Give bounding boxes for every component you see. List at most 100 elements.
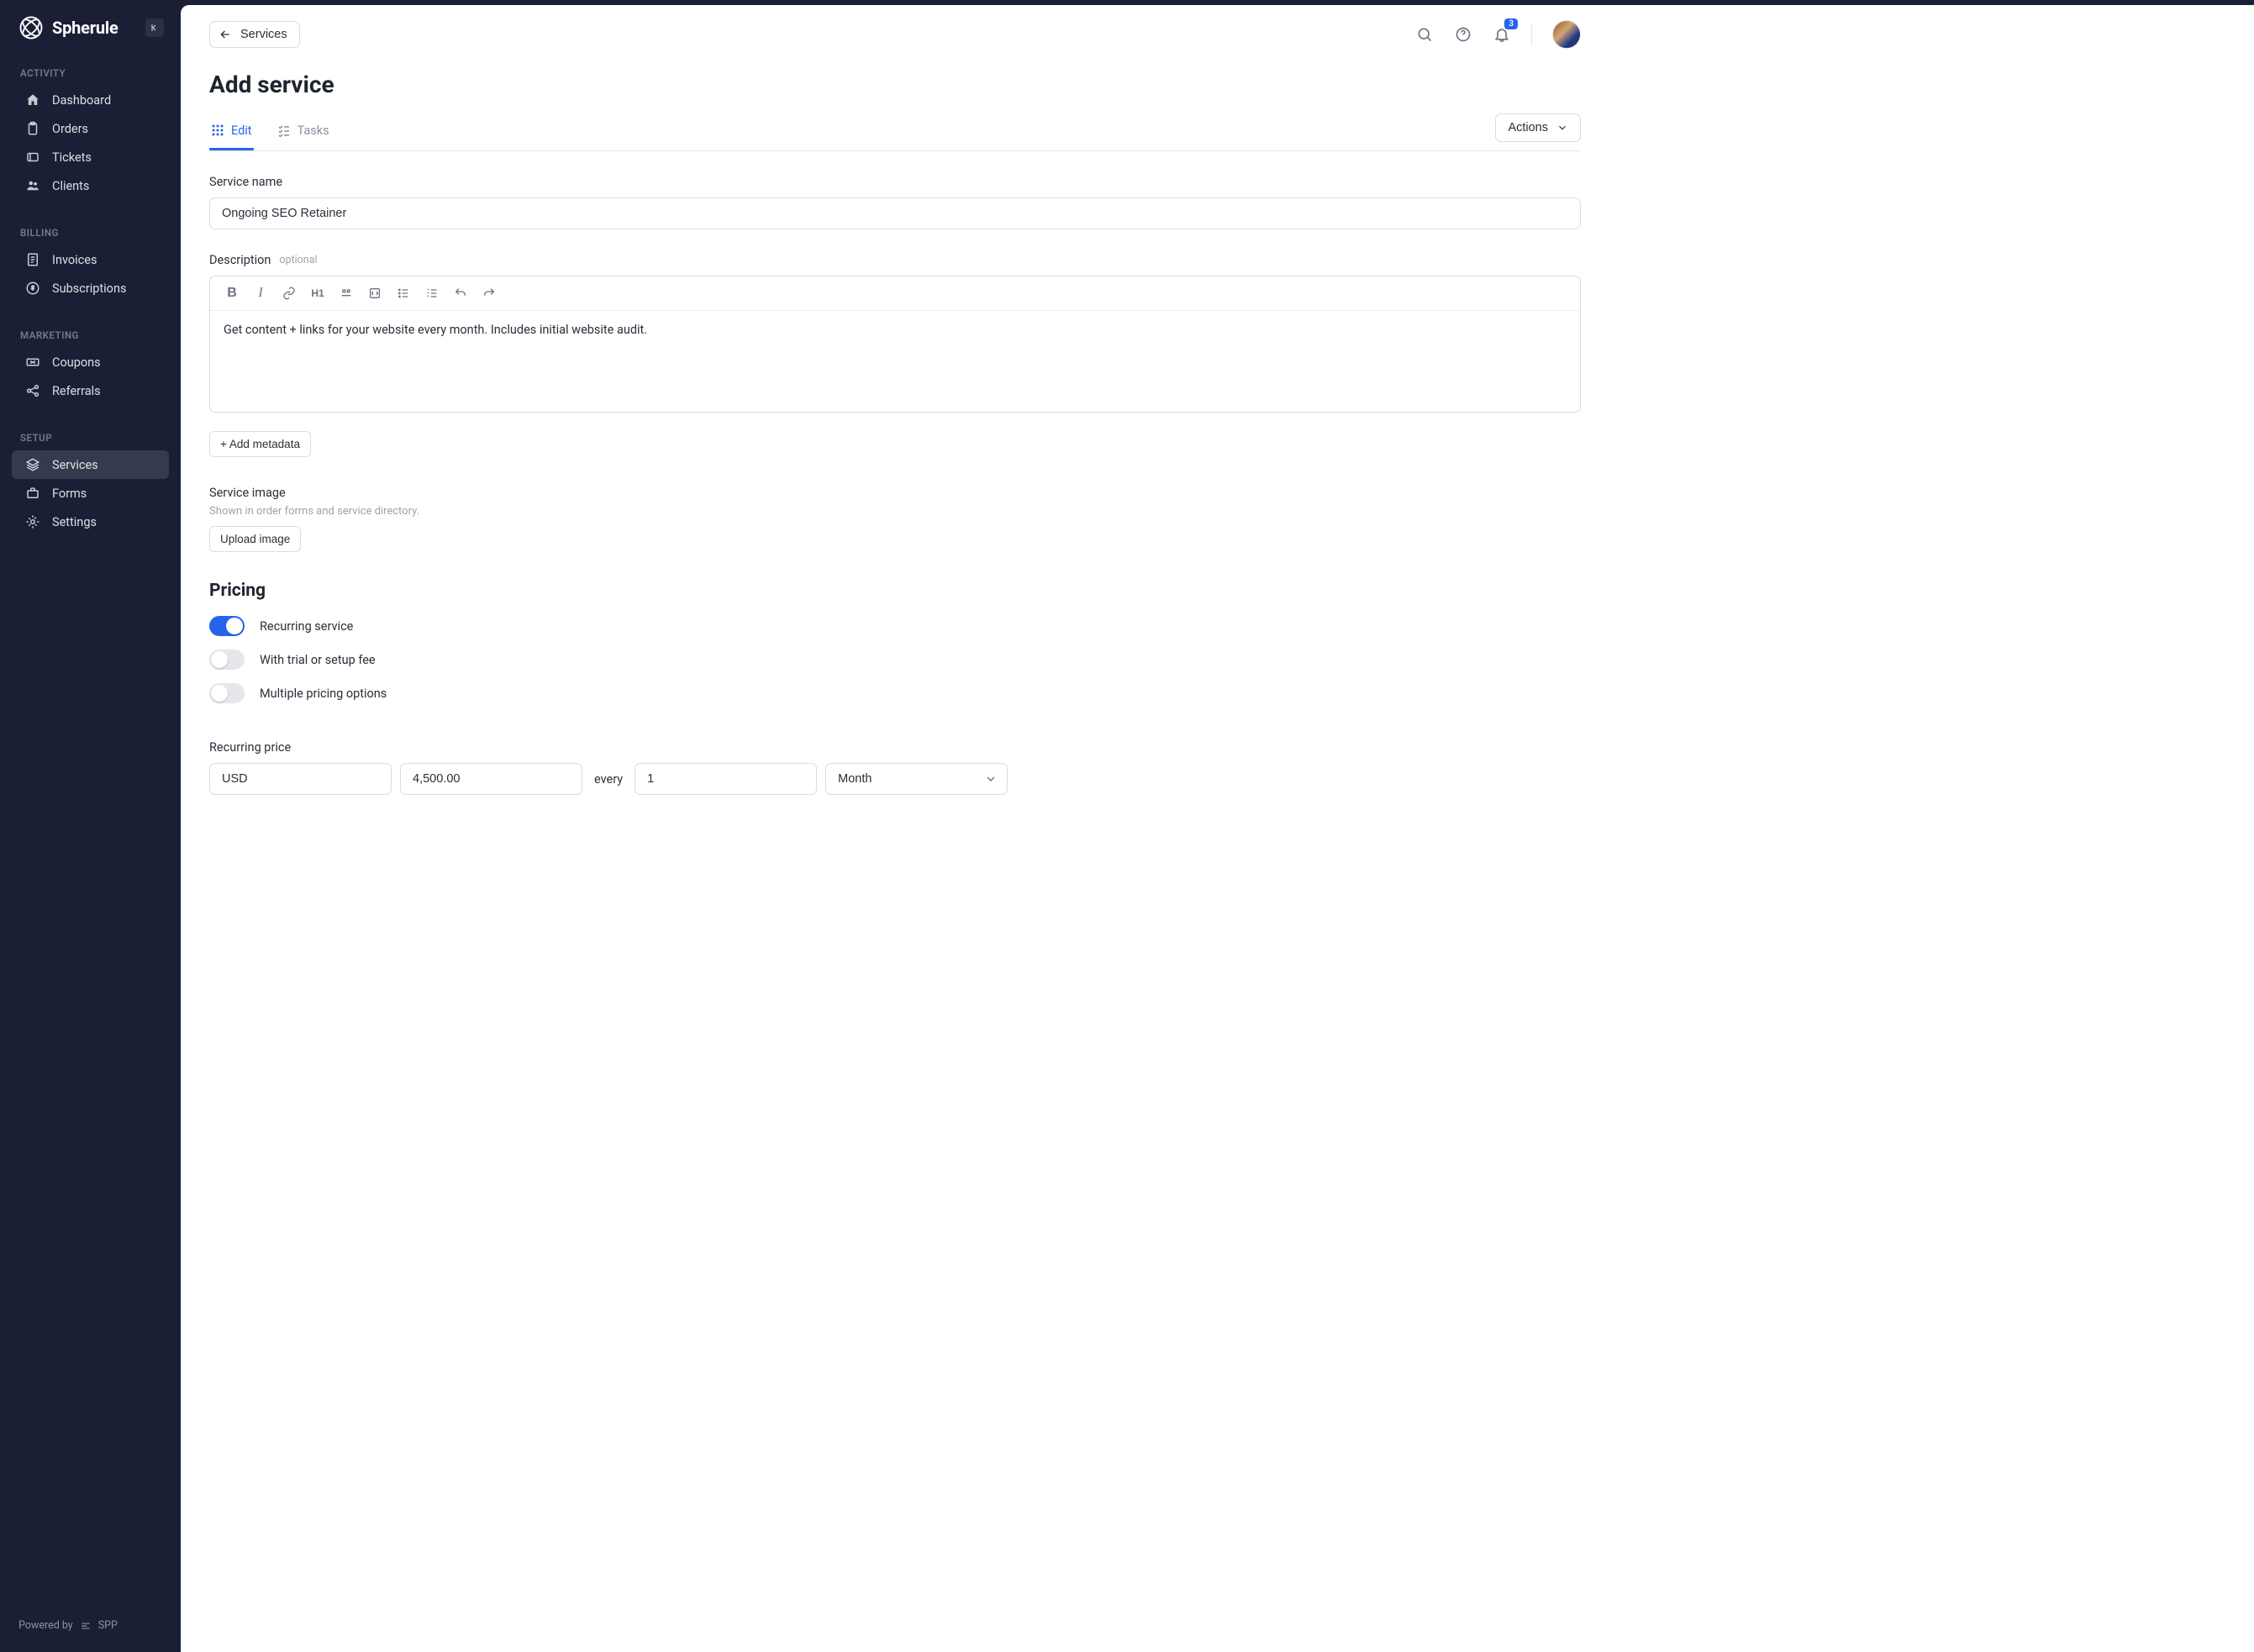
notification-badge: 3 — [1504, 18, 1518, 29]
notifications-button[interactable]: 3 — [1493, 25, 1511, 44]
brand-logo[interactable]: Spherule — [18, 15, 118, 40]
service-image-label: Service image — [209, 486, 1581, 500]
refresh-dollar-icon — [25, 281, 40, 296]
gear-icon — [25, 514, 40, 529]
redo-icon — [482, 287, 496, 300]
briefcase-icon — [25, 486, 40, 501]
actions-label: Actions — [1508, 121, 1548, 134]
search-icon — [1416, 26, 1433, 43]
nav-item-label: Subscriptions — [52, 281, 126, 296]
trial-toggle[interactable] — [209, 650, 245, 670]
service-name-label: Service name — [209, 175, 1581, 189]
actions-button[interactable]: Actions — [1495, 113, 1581, 142]
bullet-list-button[interactable] — [395, 285, 412, 302]
recurring-price-label: Recurring price — [209, 740, 1581, 755]
link-icon — [282, 287, 296, 300]
divider — [1531, 24, 1532, 45]
service-image-hint: Shown in order forms and service directo… — [209, 505, 1581, 518]
interval-count-input[interactable] — [635, 763, 817, 795]
nav-item-label: Services — [52, 458, 98, 472]
code-button[interactable] — [366, 285, 383, 302]
link-button[interactable] — [281, 285, 298, 302]
undo-icon — [454, 287, 467, 300]
tab-label: Edit — [231, 124, 252, 138]
bold-button[interactable]: B — [224, 285, 240, 302]
sidebar-footer: Powered by SPP — [0, 1606, 181, 1652]
help-icon — [1455, 26, 1472, 43]
nav-coupons[interactable]: Coupons — [12, 348, 169, 376]
nav-forms[interactable]: Forms — [12, 479, 169, 508]
back-label: Services — [240, 28, 287, 41]
trial-label: With trial or setup fee — [260, 653, 376, 667]
recurring-toggle[interactable] — [209, 616, 245, 636]
nav-section-marketing: MARKETING — [7, 321, 174, 348]
powered-by-label: Powered by — [18, 1619, 73, 1632]
nav-settings[interactable]: Settings — [12, 508, 169, 536]
nav-item-label: Dashboard — [52, 93, 111, 108]
logo-icon — [18, 15, 44, 40]
tab-edit[interactable]: Edit — [209, 115, 254, 150]
pricing-title: Pricing — [209, 581, 1581, 601]
multiple-pricing-toggle[interactable] — [209, 683, 245, 703]
spp-icon — [80, 1620, 92, 1632]
description-editor: B I H1 — [209, 276, 1581, 413]
nav-item-label: Forms — [52, 487, 87, 501]
quote-button[interactable] — [338, 285, 355, 302]
nav-dashboard[interactable]: Dashboard — [12, 86, 169, 114]
service-name-input[interactable] — [209, 197, 1581, 229]
quote-icon — [340, 287, 353, 300]
user-avatar[interactable] — [1552, 20, 1581, 49]
upload-image-button[interactable]: Upload image — [209, 526, 301, 552]
editor-toolbar: B I H1 — [210, 276, 1580, 311]
optional-hint: optional — [279, 254, 317, 266]
help-button[interactable] — [1454, 25, 1472, 44]
users-icon — [25, 178, 40, 193]
heading-button[interactable]: H1 — [309, 285, 326, 302]
italic-button[interactable]: I — [252, 285, 269, 302]
tab-label: Tasks — [298, 124, 329, 138]
nav-services[interactable]: Services — [12, 450, 169, 479]
tab-tasks[interactable]: Tasks — [276, 115, 331, 150]
recurring-label: Recurring service — [260, 619, 353, 634]
nav-item-label: Referrals — [52, 384, 101, 398]
add-metadata-button[interactable]: + Add metadata — [209, 431, 311, 457]
coupon-icon — [25, 355, 40, 370]
nav-item-label: Coupons — [52, 355, 101, 370]
page-title: Add service — [209, 71, 1581, 98]
ordered-list-button[interactable] — [424, 285, 440, 302]
sidebar-collapse-button[interactable] — [145, 18, 164, 37]
multiple-pricing-label: Multiple pricing options — [260, 687, 387, 701]
nav-section-setup: SETUP — [7, 424, 174, 450]
redo-button[interactable] — [481, 285, 498, 302]
ordered-list-icon — [425, 287, 439, 300]
search-button[interactable] — [1415, 25, 1434, 44]
nav-subscriptions[interactable]: Subscriptions — [12, 274, 169, 303]
nav-item-label: Orders — [52, 122, 88, 136]
sidebar: Spherule ACTIVITY Dashboard Orders Ticke… — [0, 0, 181, 1652]
main-content: Services 3 Add servi — [181, 5, 2254, 1652]
share-icon — [25, 383, 40, 398]
bullet-list-icon — [397, 287, 410, 300]
arrow-left-icon — [219, 28, 232, 41]
nav-clients[interactable]: Clients — [12, 171, 169, 200]
nav-section-activity: ACTIVITY — [7, 59, 174, 86]
nav-item-label: Settings — [52, 515, 97, 529]
undo-button[interactable] — [452, 285, 469, 302]
receipt-icon — [25, 252, 40, 267]
nav-referrals[interactable]: Referrals — [12, 376, 169, 405]
brand-name: Spherule — [52, 18, 118, 38]
interval-unit-select[interactable] — [825, 763, 1008, 795]
currency-input[interactable] — [209, 763, 392, 795]
ticket-icon — [25, 150, 40, 165]
back-services-button[interactable]: Services — [209, 21, 300, 48]
nav-tickets[interactable]: Tickets — [12, 143, 169, 171]
nav-orders[interactable]: Orders — [12, 114, 169, 143]
tasks-icon — [277, 124, 291, 137]
home-icon — [25, 92, 40, 108]
description-textarea[interactable]: Get content + links for your website eve… — [210, 311, 1580, 412]
amount-input[interactable] — [400, 763, 582, 795]
spp-label: SPP — [98, 1619, 118, 1632]
nav-invoices[interactable]: Invoices — [12, 245, 169, 274]
collapse-icon — [150, 23, 160, 33]
description-label: Description — [209, 253, 271, 267]
